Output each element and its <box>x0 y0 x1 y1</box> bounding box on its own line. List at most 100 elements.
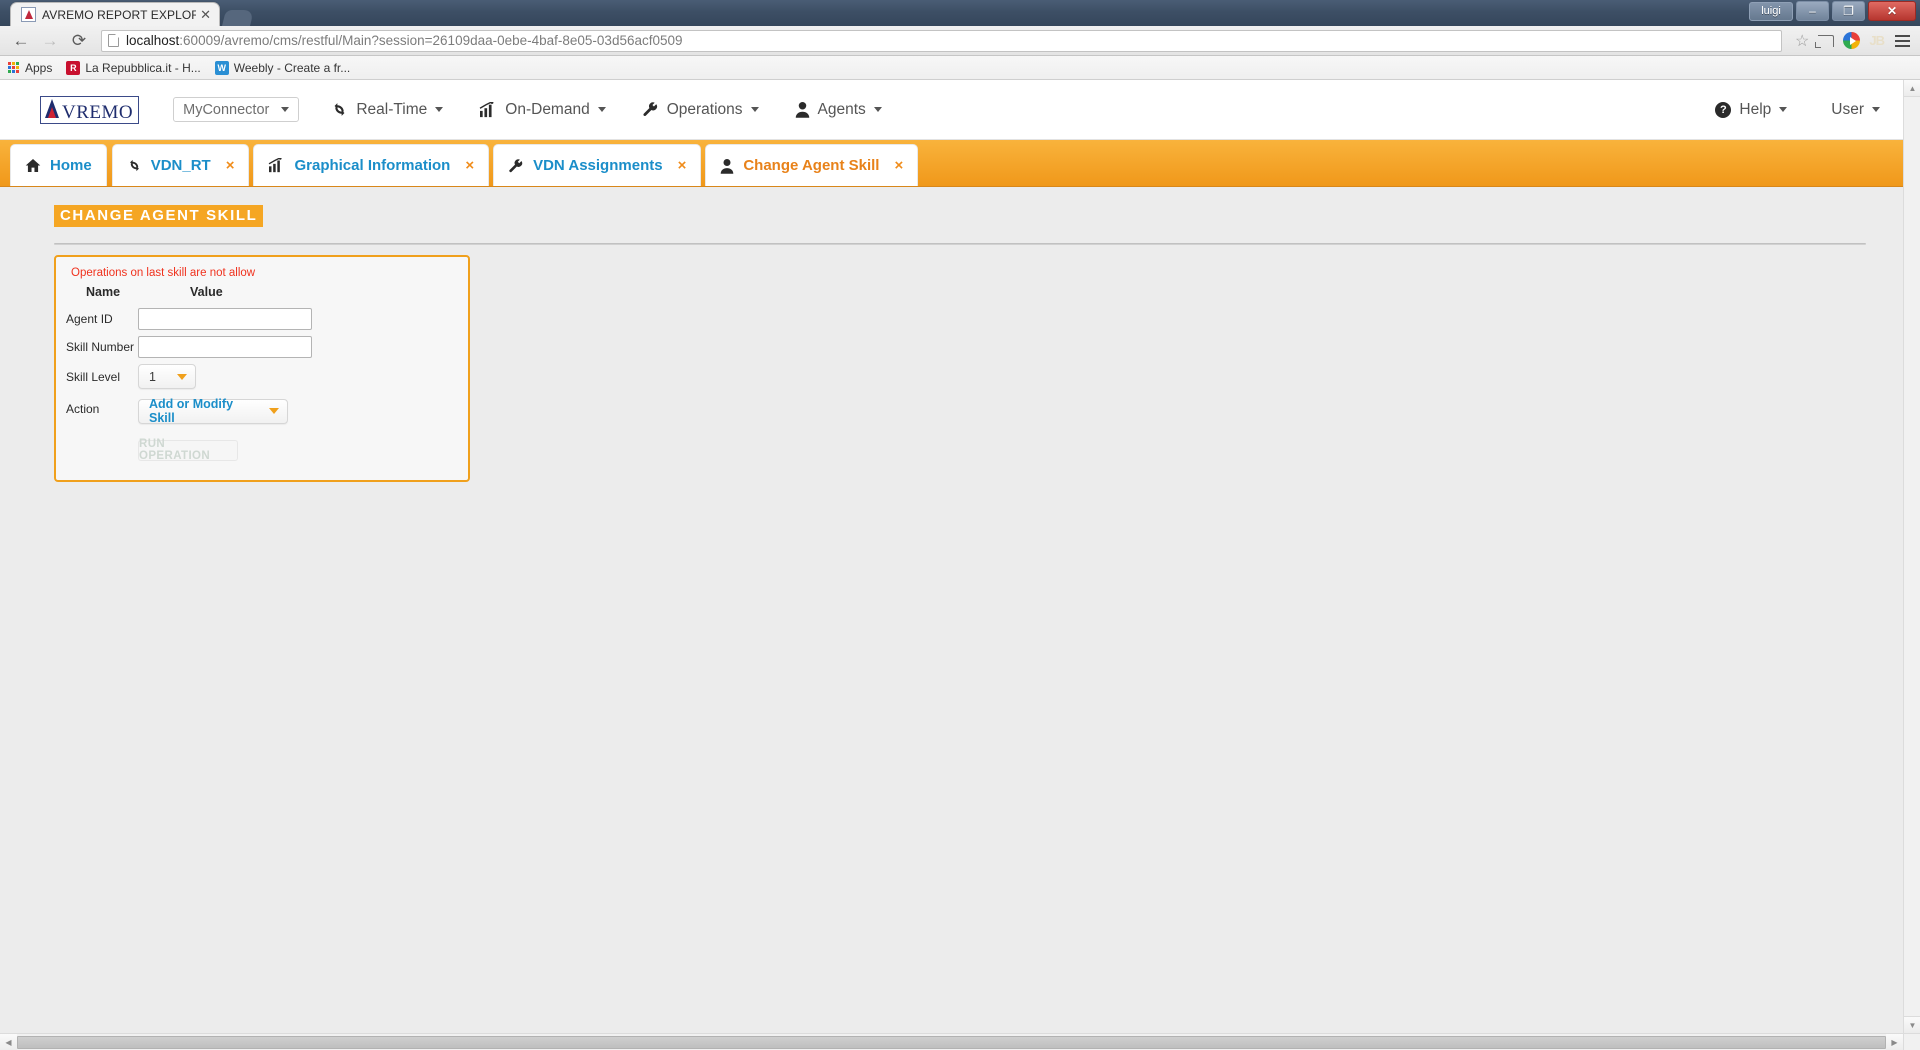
chevron-down-icon <box>269 408 279 414</box>
bookmark-label: La Repubblica.it - H... <box>85 60 201 75</box>
tab-vdn-rt[interactable]: VDN_RT × <box>111 144 250 186</box>
scroll-up-icon[interactable]: ▲ <box>1904 80 1920 97</box>
user-icon <box>795 101 810 118</box>
tab-graphical-information[interactable]: Graphical Information × <box>253 144 490 186</box>
nav-label: Agents <box>817 100 866 118</box>
chevron-down-icon <box>1779 107 1788 112</box>
close-window-button[interactable]: ✕ <box>1868 1 1916 21</box>
column-header-value: Value <box>190 285 223 299</box>
reload-icon[interactable]: ⟳ <box>66 28 92 54</box>
bookmark-label: Weebly - Create a fr... <box>233 60 351 75</box>
tab-label: VDN Assignments <box>533 157 663 174</box>
vertical-scrollbar[interactable]: ▲ ▼ <box>1903 80 1920 1033</box>
connector-selector[interactable]: MyConnector <box>173 97 300 122</box>
tab-label: Change Agent Skill <box>743 157 880 174</box>
tab-vdn-assignments[interactable]: VDN Assignments × <box>493 144 702 186</box>
scroll-down-icon[interactable]: ▼ <box>1904 1016 1920 1033</box>
close-icon[interactable]: × <box>465 157 474 174</box>
avremo-logo[interactable]: VREMO <box>40 95 140 124</box>
close-icon[interactable]: ✕ <box>200 8 211 21</box>
agent-id-input[interactable] <box>138 308 312 330</box>
close-icon[interactable]: × <box>894 157 903 174</box>
toolbar-actions: ☆ JB <box>1791 31 1912 51</box>
tab-change-agent-skill[interactable]: Change Agent Skill × <box>705 144 919 186</box>
nav-label: Real-Time <box>356 100 428 118</box>
bar-chart-icon <box>479 101 497 118</box>
back-icon[interactable]: ← <box>8 28 34 54</box>
forward-icon[interactable]: → <box>37 28 63 54</box>
bookmark-repubblica[interactable]: R La Repubblica.it - H... <box>66 60 201 75</box>
page-info-icon <box>108 34 119 47</box>
bookmark-weebly[interactable]: W Weebly - Create a fr... <box>214 60 351 75</box>
media-player-extension-icon[interactable] <box>1843 32 1861 49</box>
minimize-button[interactable]: – <box>1796 1 1829 21</box>
browser-tab[interactable]: AVREMO REPORT EXPLOR ✕ <box>10 2 220 26</box>
bookmark-apps[interactable]: Apps <box>8 61 52 75</box>
repubblica-favicon-icon: R <box>66 60 81 75</box>
avremo-favicon-icon <box>21 7 36 22</box>
close-icon[interactable]: × <box>678 157 687 174</box>
bookmark-star-icon[interactable]: ☆ <box>1795 31 1809 51</box>
os-title-bar: AVREMO REPORT EXPLOR ✕ luigi – ❐ ✕ <box>0 0 1920 26</box>
column-header-name: Name <box>86 285 121 299</box>
refresh-icon <box>127 158 142 173</box>
chrome-menu-icon[interactable] <box>1893 33 1912 49</box>
url-host: localhost <box>126 33 180 48</box>
avremo-logo-text: VREMO <box>62 101 134 123</box>
refresh-icon <box>331 101 348 118</box>
scrollbar-corner <box>1903 1033 1920 1050</box>
skill-level-select[interactable]: 1 <box>138 364 196 389</box>
action-select[interactable]: Add or Modify Skill <box>138 397 288 425</box>
title-divider <box>54 243 1866 245</box>
page-title: CHANGE AGENT SKILL <box>54 205 264 227</box>
nav-on-demand[interactable]: On-Demand <box>479 100 606 119</box>
horizontal-scrollbar[interactable]: ◀ ▶ <box>0 1033 1903 1050</box>
form-table: Name Value Agent ID Skill Number Skill L… <box>66 283 458 464</box>
field-label-skill-level: Skill Level <box>66 369 121 384</box>
chevron-down-icon <box>597 107 606 112</box>
table-row: Action Add or Modify Skill <box>66 392 458 427</box>
nav-agents[interactable]: Agents <box>795 101 882 119</box>
jb-extension-icon[interactable]: JB <box>1869 33 1885 48</box>
tab-label: Graphical Information <box>294 157 451 174</box>
bookmark-label: Apps <box>25 60 53 75</box>
wrench-icon <box>642 101 659 118</box>
horizontal-scroll-thumb[interactable] <box>17 1035 1886 1049</box>
close-icon[interactable]: × <box>226 157 235 174</box>
skill-level-value: 1 <box>149 369 156 384</box>
table-row: Agent ID <box>66 305 458 333</box>
bar-chart-icon <box>268 158 285 173</box>
new-tab-button[interactable] <box>222 10 254 26</box>
tab-label: VDN_RT <box>150 157 211 174</box>
skill-number-input[interactable] <box>138 336 312 358</box>
navbar-right: ? Help User <box>1671 101 1880 119</box>
cast-icon[interactable] <box>1815 34 1835 48</box>
nav-help[interactable]: ? Help <box>1715 101 1788 119</box>
wrench-icon <box>508 158 524 174</box>
nav-real-time[interactable]: Real-Time <box>331 100 444 119</box>
table-row: Skill Level 1 <box>66 361 458 392</box>
browser-toolbar: ← → ⟳ localhost:60009/avremo/cms/restful… <box>0 26 1920 56</box>
nav-user[interactable]: User <box>1831 101 1880 119</box>
table-header-row: Name Value <box>66 283 458 305</box>
windows-user-button[interactable]: luigi <box>1749 1 1793 21</box>
table-row: Skill Number <box>66 333 458 361</box>
action-value: Add or Modify Skill <box>149 397 234 425</box>
browser-tab-strip: AVREMO REPORT EXPLOR ✕ <box>10 0 254 26</box>
navbar-left: VREMO MyConnector Real-Time On-Demand Op… <box>40 95 918 124</box>
user-icon <box>720 158 734 174</box>
run-operation-button[interactable]: RUN OPERATION <box>138 438 238 462</box>
nav-operations[interactable]: Operations <box>642 101 759 119</box>
maximize-button[interactable]: ❐ <box>1832 1 1865 21</box>
main-content: CHANGE AGENT SKILL Operations on last sk… <box>0 187 1920 1050</box>
field-label-agent-id: Agent ID <box>66 312 113 326</box>
app-tab-bar: Home ^ VDN_RT × Graphical Information × … <box>0 140 1920 195</box>
address-bar[interactable]: localhost:60009/avremo/cms/restful/Main?… <box>101 29 1783 52</box>
scroll-left-icon[interactable]: ◀ <box>0 1033 17 1050</box>
chevron-down-icon <box>873 107 882 112</box>
tab-home[interactable]: Home ^ <box>10 144 107 195</box>
field-label-skill-number: Skill Number <box>66 340 135 354</box>
nav-label: On-Demand <box>505 100 590 118</box>
scroll-right-icon[interactable]: ▶ <box>1886 1033 1903 1050</box>
bookmarks-bar: Apps R La Repubblica.it - H... W Weebly … <box>0 56 1920 80</box>
